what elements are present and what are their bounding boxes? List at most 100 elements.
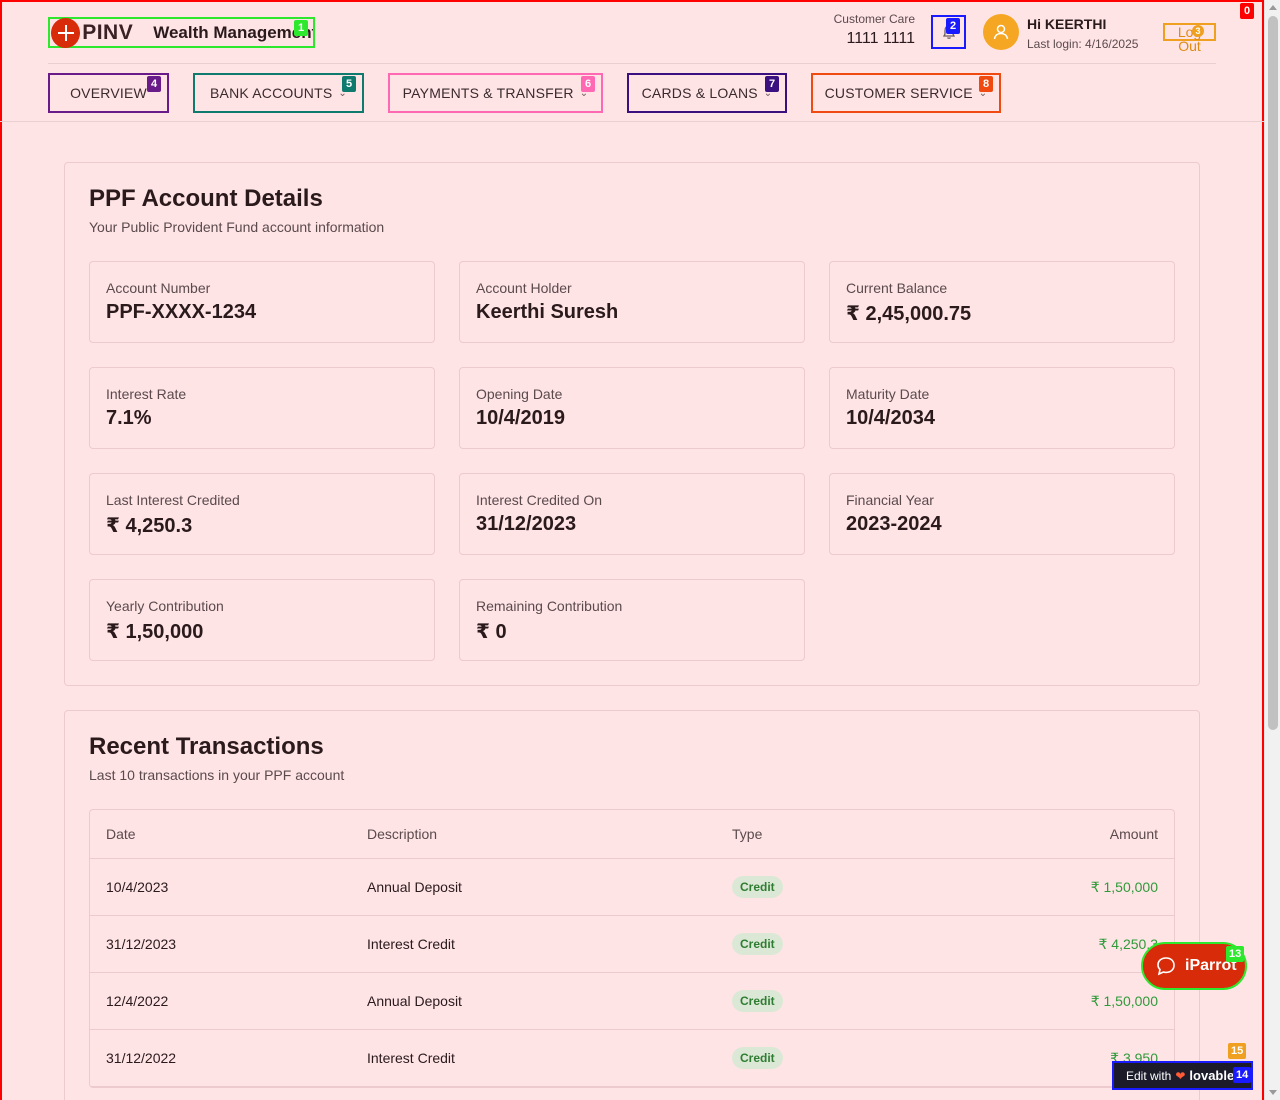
field-interest-rate: Interest Rate 7.1% xyxy=(89,367,435,449)
field-value: ₹ 0 xyxy=(476,621,507,643)
user-icon xyxy=(993,24,1009,40)
user-avatar[interactable] xyxy=(983,14,1019,50)
nav-cards-loans-badge: 7 xyxy=(765,76,779,92)
field-value: 31/12/2023 xyxy=(476,513,577,535)
field-label: Financial Year xyxy=(846,492,934,508)
field-label: Interest Rate xyxy=(106,386,187,402)
tx-date: 31/12/2023 xyxy=(106,936,177,952)
lovable-prefix: Edit with xyxy=(1126,1068,1172,1083)
tx-description: Interest Credit xyxy=(367,936,455,952)
field-value: ₹ 1,50,000 xyxy=(106,621,204,643)
customer-care: Customer Care 1111 1111 xyxy=(834,12,915,48)
table-header-row: Date Description Type Amount xyxy=(90,810,1174,859)
field-account-number: Account Number PPF-XXXX-1234 xyxy=(89,261,435,343)
last-login: Last login: 4/16/2025 xyxy=(1027,37,1139,51)
tx-amount: ₹ 1,50,000 xyxy=(1090,878,1158,895)
credit-pill: Credit xyxy=(732,990,783,1012)
plus-logo-icon xyxy=(51,17,81,48)
lovable-brand: lovable xyxy=(1189,1068,1235,1083)
iparrot-badge: 13 xyxy=(1226,946,1245,962)
scroll-down-arrow-icon[interactable] xyxy=(1269,1090,1277,1095)
field-account-holder: Account Holder Keerthi Suresh xyxy=(459,261,805,343)
lovable-badge: 14 xyxy=(1233,1067,1252,1083)
tx-date: 31/12/2022 xyxy=(106,1050,177,1066)
tx-type: Credit xyxy=(732,916,783,972)
tx-description: Interest Credit xyxy=(367,1050,455,1066)
ppf-details-title: PPF Account Details xyxy=(89,185,323,212)
field-opening-date: Opening Date 10/4/2019 xyxy=(459,367,805,449)
field-label: Maturity Date xyxy=(846,386,930,402)
user-info: Hi KEERTHI Last login: 4/16/2025 xyxy=(1027,16,1138,51)
field-current-balance: Current Balance ₹ 2,45,000.75 xyxy=(829,261,1175,343)
field-label: Account Number xyxy=(106,280,211,296)
scroll-up-arrow-icon[interactable] xyxy=(1269,5,1277,10)
field-value: PPF-XXXX-1234 xyxy=(106,301,257,323)
tx-type: Credit xyxy=(732,1030,783,1086)
field-last-interest-credited: Last Interest Credited ₹ 4,250.3 xyxy=(89,473,435,555)
nav-cards-loans-label: CARDS & LOANS xyxy=(641,85,758,101)
nav-cards-loans[interactable]: CARDS & LOANS ⌄ xyxy=(627,73,787,113)
column-header-type: Type xyxy=(732,826,763,842)
field-label: Opening Date xyxy=(476,386,563,402)
nav-payments-transfer-label: PAYMENTS & TRANSFER xyxy=(402,85,574,101)
logo-subtitle: Wealth Management xyxy=(153,22,313,42)
field-value: 2023-2024 xyxy=(846,513,942,535)
field-value: ₹ 2,45,000.75 xyxy=(846,303,972,325)
nav-customer-service-label: CUSTOMER SERVICE xyxy=(824,85,973,101)
tx-type: Credit xyxy=(732,859,783,915)
field-label: Remaining Contribution xyxy=(476,598,623,614)
customer-care-label: Customer Care xyxy=(833,12,915,26)
nav-customer-service-badge: 8 xyxy=(979,76,993,92)
heart-icon: ❤ xyxy=(1175,1068,1186,1083)
nav-customer-service[interactable]: CUSTOMER SERVICE ⌄ xyxy=(811,73,1001,113)
credit-pill: Credit xyxy=(732,1047,783,1069)
field-value: 7.1% xyxy=(106,407,152,429)
vertical-scrollbar[interactable] xyxy=(1264,0,1280,1100)
field-value: 10/4/2019 xyxy=(476,407,565,429)
recent-transactions-card: Recent Transactions Last 10 transactions… xyxy=(64,710,1200,1100)
logout-button[interactable]: Log Out xyxy=(1163,23,1216,53)
tx-date: 10/4/2023 xyxy=(106,879,169,895)
field-interest-credited-on: Interest Credited On 31/12/2023 xyxy=(459,473,805,555)
top-header: PINV Wealth Management 1 Customer Care 1… xyxy=(48,12,1216,64)
field-label: Last Interest Credited xyxy=(106,492,240,508)
field-remaining-contribution: Remaining Contribution ₹ 0 xyxy=(459,579,805,661)
field-value: Keerthi Suresh xyxy=(476,301,619,323)
ppf-details-subtitle: Your Public Provident Fund account infor… xyxy=(89,219,385,235)
bell-badge: 2 xyxy=(946,18,960,34)
edit-with-lovable-button[interactable]: Edit with ❤ lovable xyxy=(1112,1061,1253,1090)
transactions-table: Date Description Type Amount 10/4/2023 A… xyxy=(89,809,1175,1088)
credit-pill: Credit xyxy=(732,933,783,955)
field-label: Account Holder xyxy=(476,280,572,296)
logo-badge: 1 xyxy=(294,20,308,36)
scrollbar-thumb[interactable] xyxy=(1268,16,1278,730)
tx-type: Credit xyxy=(732,973,783,1029)
table-row: 10/4/2023 Annual Deposit Credit ₹ 1,50,0… xyxy=(90,859,1174,916)
column-header-description: Description xyxy=(367,826,438,842)
brand-logo[interactable]: PINV Wealth Management xyxy=(48,17,315,48)
page-badge: 0 xyxy=(1240,3,1254,19)
logout-badge: 3 xyxy=(1192,25,1204,37)
field-label: Yearly Contribution xyxy=(106,598,224,614)
nav-overview-label: OVERVIEW xyxy=(70,85,147,101)
nav-payments-transfer-badge: 6 xyxy=(581,76,595,92)
nav-bank-accounts-badge: 5 xyxy=(342,76,356,92)
nav-bank-accounts-label: BANK ACCOUNTS xyxy=(210,85,333,101)
field-yearly-contribution: Yearly Contribution ₹ 1,50,000 xyxy=(89,579,435,661)
nav-overview-badge: 4 xyxy=(147,76,161,92)
nav-bank-accounts[interactable]: BANK ACCOUNTS ⌄ xyxy=(193,73,364,113)
user-greeting: Hi KEERTHI xyxy=(1027,16,1107,32)
tx-description: Annual Deposit xyxy=(367,879,462,895)
customer-care-number: 1111 1111 xyxy=(846,30,915,47)
field-financial-year: Financial Year 2023-2024 xyxy=(829,473,1175,555)
ppf-details-card: PPF Account Details Your Public Providen… xyxy=(64,162,1200,686)
lovable-top-badge: 15 xyxy=(1228,1043,1247,1059)
field-value: ₹ 4,250.3 xyxy=(106,515,193,537)
table-row: 12/4/2022 Annual Deposit Credit ₹ 1,50,0… xyxy=(90,973,1174,1030)
table-row: 31/12/2022 Interest Credit Credit ₹ 3,95… xyxy=(90,1030,1174,1087)
chat-bubble-icon xyxy=(1157,957,1175,976)
tx-date: 12/4/2022 xyxy=(106,993,169,1009)
field-label: Interest Credited On xyxy=(476,492,603,508)
nav-payments-transfer[interactable]: PAYMENTS & TRANSFER ⌄ xyxy=(388,73,603,113)
field-maturity-date: Maturity Date 10/4/2034 xyxy=(829,367,1175,449)
